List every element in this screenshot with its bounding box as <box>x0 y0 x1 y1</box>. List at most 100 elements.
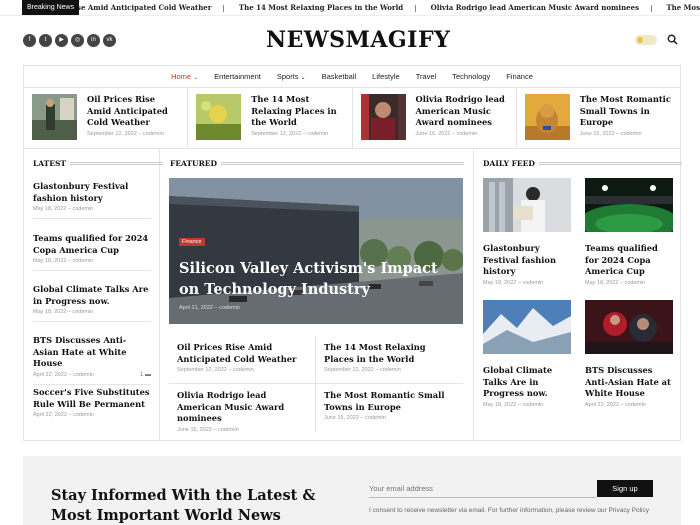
nav-finance[interactable]: Finance <box>498 72 541 81</box>
featured-grid-title[interactable]: Oil Prices Rise Amid Anticipated Cold We… <box>177 342 307 365</box>
latest-item[interactable]: BTS Discusses Anti-Asian Hate at White H… <box>33 335 151 385</box>
comment-icon: ▬ <box>145 371 151 378</box>
latest-item[interactable]: Glastonbury Festival fashion history May… <box>33 181 151 219</box>
daily-feed-title[interactable]: Global Climate Talks Are in Progress now… <box>483 365 571 400</box>
section-heading: LATEST <box>33 159 163 168</box>
thumbnail-image <box>524 94 570 140</box>
daily-feed-title[interactable]: Glastonbury Festival fashion history <box>483 243 571 278</box>
dark-mode-toggle[interactable] <box>635 35 657 45</box>
latest-column: LATEST Glastonbury Festival fashion hist… <box>24 149 163 440</box>
ticker-track: Oil Prices Rise Amid Anticipated Cold We… <box>28 0 700 15</box>
latest-item-title[interactable]: Teams qualified for 2024 Copa America Cu… <box>33 233 151 256</box>
email-field[interactable] <box>369 480 596 498</box>
daily-feed-title[interactable]: BTS Discusses Anti-Asian Hate at White H… <box>585 365 673 400</box>
instagram-icon[interactable]: ◎ <box>71 34 84 47</box>
latest-item[interactable]: Soccer's Five Substitutes Rule Will Be P… <box>33 387 151 424</box>
strip-card-meta: June 15, 2022 – codemin <box>579 130 642 137</box>
ticker-separator <box>223 4 225 12</box>
latest-item[interactable]: Teams qualified for 2024 Copa America Cu… <box>33 233 151 271</box>
latest-item-meta: May 18, 2022 – codemin <box>33 206 94 212</box>
featured-image <box>169 178 463 324</box>
ticker-item[interactable]: The Most Romantic Small Towns in Europe <box>666 0 700 15</box>
daily-feed-card[interactable]: Global Climate Talks Are in Progress now… <box>483 300 571 408</box>
daily-feed-card[interactable]: Glastonbury Festival fashion history May… <box>483 178 571 286</box>
featured-grid-meta: September 12, 2022 – codemin <box>177 367 254 373</box>
youtube-icon[interactable]: ▶ <box>55 34 68 47</box>
daily-feed-card[interactable]: BTS Discusses Anti-Asian Hate at White H… <box>585 300 673 408</box>
daily-feed-title[interactable]: Teams qualified for 2024 Copa America Cu… <box>585 243 673 278</box>
ticker-item[interactable]: Olivia Rodrigo lead American Music Award… <box>431 0 639 15</box>
featured-grid-item[interactable]: The 14 Most Relaxing Places in the World… <box>316 336 463 384</box>
featured-main-card[interactable]: Finance Silicon Valley Activism's Impact… <box>169 178 463 324</box>
section-heading: DAILY FEED <box>483 159 682 168</box>
heading-rule <box>221 162 465 165</box>
nav-home[interactable]: Home ⌄ <box>163 72 206 81</box>
featured-grid-meta: June 15, 2022 – codemin <box>324 415 386 421</box>
chevron-down-icon: ⌄ <box>193 75 199 81</box>
strip-card-meta: September 12, 2022 – codemin <box>87 130 164 137</box>
featured-grid-title[interactable]: The Most Romantic Small Towns in Europe <box>324 390 455 413</box>
nav-basketball[interactable]: Basketball <box>314 72 365 81</box>
strip-card-title[interactable]: The Most Romantic Small Towns in Europe <box>580 94 672 129</box>
site-logo[interactable]: NEWSMAGIFY <box>266 27 450 53</box>
ticker-item[interactable]: The 14 Most Relaxing Places in the World <box>239 0 403 15</box>
latest-item-title[interactable]: Global Climate Talks Are in Progress now… <box>33 284 151 307</box>
thumbnail-image <box>360 94 406 140</box>
strip-card-title[interactable]: The 14 Most Relaxing Places in the World <box>251 94 343 129</box>
latest-item-meta: April 22, 2022 – codemin 1 ▬ <box>33 371 151 378</box>
strip-card-title[interactable]: Oil Prices Rise Amid Anticipated Cold We… <box>87 94 179 129</box>
featured-grid-title[interactable]: The 14 Most Relaxing Places in the World <box>324 342 455 365</box>
consent-text: I consent to receive newsletter via emai… <box>369 507 649 514</box>
heading-rule <box>538 162 682 165</box>
nav-sports[interactable]: Sports ⌄ <box>269 72 314 81</box>
strip-card[interactable]: Olivia Rodrigo lead American Music Award… <box>353 88 517 148</box>
social-icons: f t ▶ ◎ in vk <box>23 34 116 47</box>
featured-column: FEATURED Finance Silicon Valley Activism… <box>160 149 474 440</box>
signup-button[interactable]: Sign up <box>597 480 653 497</box>
twitter-icon[interactable]: t <box>39 34 52 47</box>
thumbnail-image <box>32 94 77 140</box>
strip-card[interactable]: The Most Romantic Small Towns in Europe … <box>517 88 680 148</box>
chevron-down-icon: ⌄ <box>300 75 306 81</box>
nav-lifestyle[interactable]: Lifestyle <box>364 72 408 81</box>
daily-feed-image <box>483 300 571 354</box>
latest-item-title[interactable]: BTS Discusses Anti-Asian Hate at White H… <box>33 335 151 370</box>
facebook-icon[interactable]: f <box>23 34 36 47</box>
strip-card-meta: September 12, 2022 – codemin <box>251 130 329 137</box>
nav-entertainment[interactable]: Entertainment <box>206 72 269 81</box>
daily-feed-meta: May 18, 2022 – codemin <box>483 279 544 286</box>
newsletter-section: Stay Informed With the Latest & Most Imp… <box>23 456 681 525</box>
featured-grid-item[interactable]: Olivia Rodrigo lead American Music Award… <box>169 384 316 433</box>
ticker-separator <box>651 4 653 12</box>
latest-item-meta: May 18, 2022 – codemin <box>33 258 94 264</box>
latest-item[interactable]: Global Climate Talks Are in Progress now… <box>33 284 151 322</box>
strip-card[interactable]: The 14 Most Relaxing Places in the World… <box>188 88 353 148</box>
featured-grid-item[interactable]: The Most Romantic Small Towns in Europe … <box>316 384 463 432</box>
top-stories-strip: Oil Prices Rise Amid Anticipated Cold We… <box>23 88 681 149</box>
latest-item-title[interactable]: Soccer's Five Substitutes Rule Will Be P… <box>33 387 151 410</box>
thumbnail-image <box>196 94 242 140</box>
latest-item-title[interactable]: Glastonbury Festival fashion history <box>33 181 151 204</box>
linkedin-icon[interactable]: in <box>87 34 100 47</box>
daily-feed-card[interactable]: Teams qualified for 2024 Copa America Cu… <box>579 178 679 286</box>
latest-item-meta: May 18, 2022 – codemin <box>33 309 94 315</box>
strip-card[interactable]: Oil Prices Rise Amid Anticipated Cold We… <box>24 88 189 148</box>
featured-grid-item[interactable]: Oil Prices Rise Amid Anticipated Cold We… <box>169 336 316 384</box>
nav-travel[interactable]: Travel <box>408 72 445 81</box>
heading-rule <box>69 162 163 165</box>
category-badge[interactable]: Finance <box>179 238 205 246</box>
search-icon[interactable] <box>667 34 678 48</box>
vk-icon[interactable]: vk <box>103 34 116 47</box>
daily-feed-meta: May 18, 2022 – codemin <box>483 401 544 408</box>
strip-card-meta: June 16, 2022 – codemin <box>415 130 478 137</box>
newsletter-heading: Stay Informed With the Latest & Most Imp… <box>51 487 316 524</box>
featured-grid-title[interactable]: Olivia Rodrigo lead American Music Award… <box>177 390 307 425</box>
featured-main-title[interactable]: Silicon Valley Activism's Impact on Tech… <box>179 258 459 300</box>
main-columns: LATEST Glastonbury Festival fashion hist… <box>23 149 682 441</box>
daily-feed-image <box>585 300 673 354</box>
featured-grid-meta: September 12, 2022 – codemin <box>324 367 401 373</box>
nav-technology[interactable]: Technology <box>444 72 498 81</box>
breaking-news-label: Breaking News <box>22 0 80 15</box>
strip-card-title[interactable]: Olivia Rodrigo lead American Music Award… <box>416 94 508 129</box>
comment-count[interactable]: 1 ▬ <box>140 372 151 378</box>
